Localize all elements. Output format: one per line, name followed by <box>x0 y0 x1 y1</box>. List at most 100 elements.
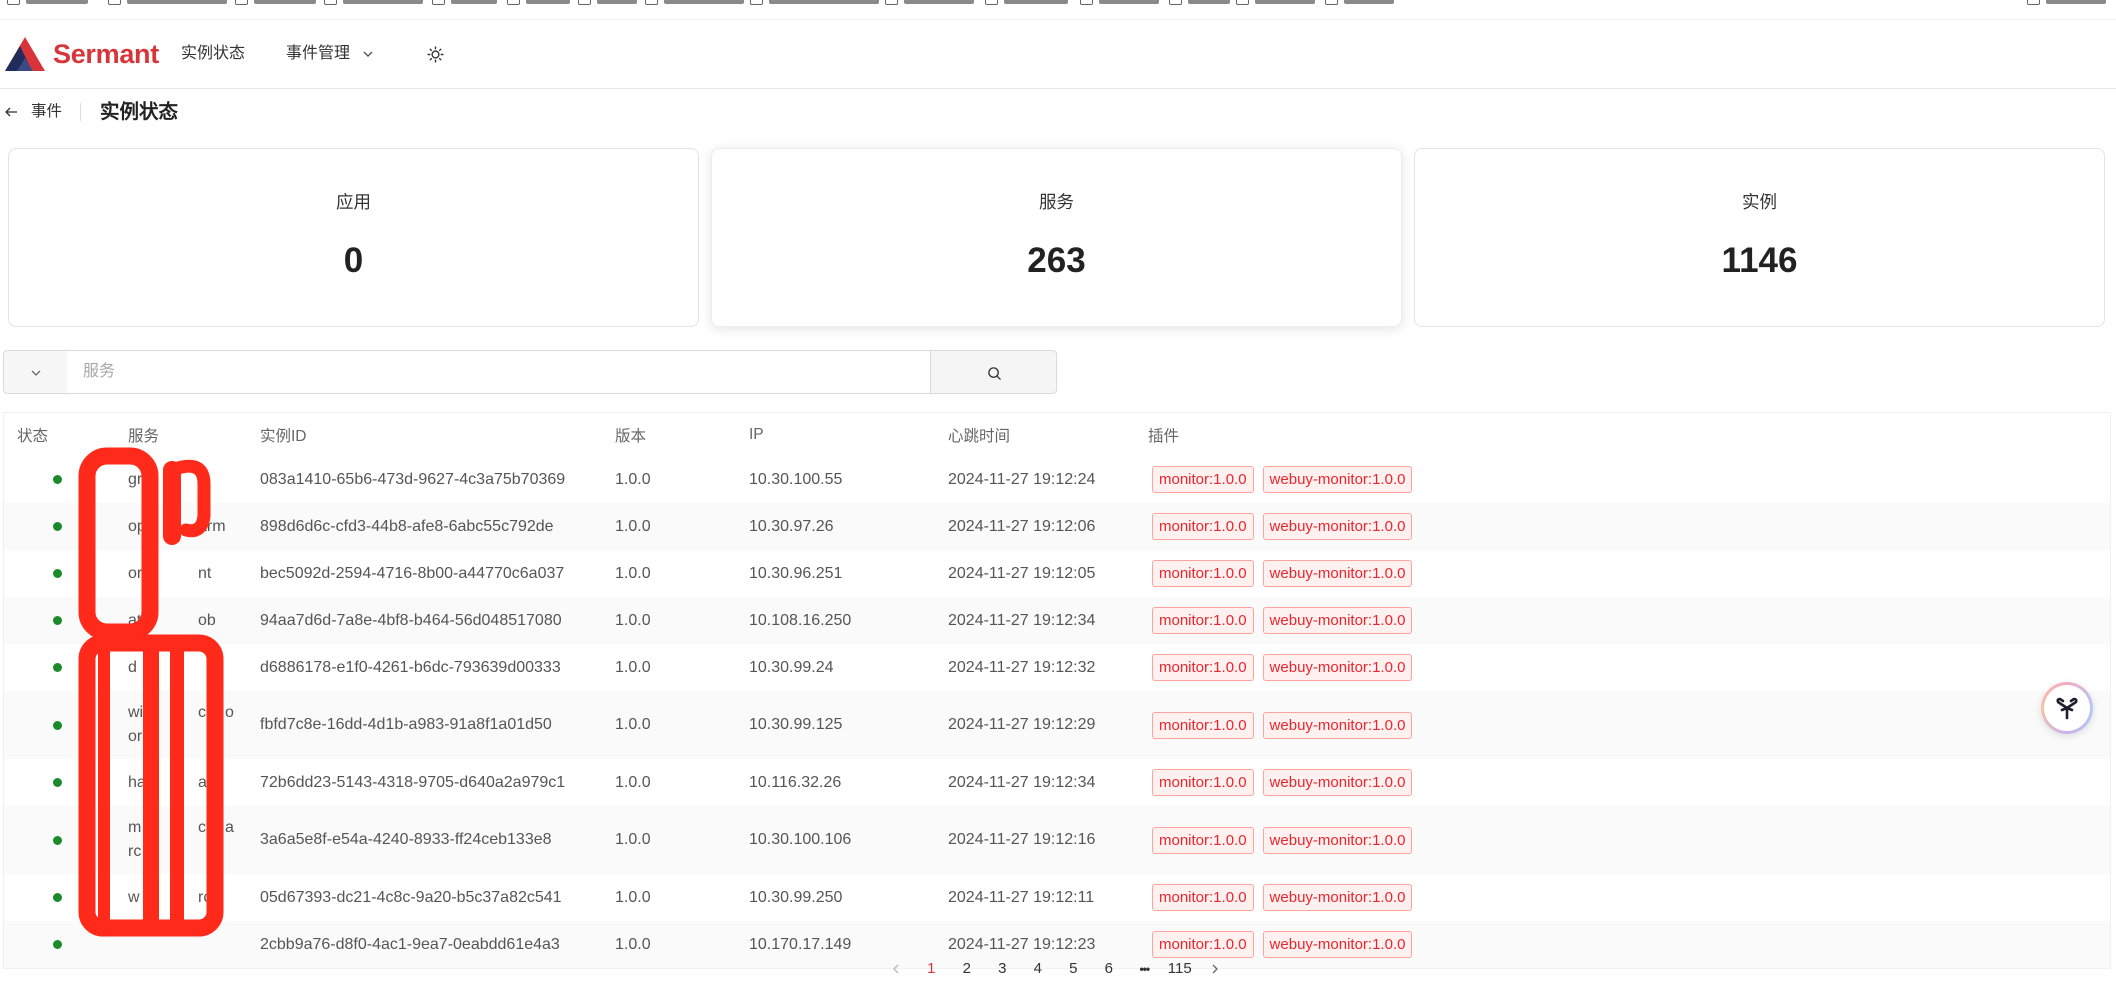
chevron-left-icon[interactable] <box>878 957 914 981</box>
ip-cell: 10.30.99.24 <box>749 658 834 676</box>
ip-cell: 10.108.16.250 <box>749 611 852 629</box>
assistant-floating-button[interactable] <box>2041 682 2093 734</box>
ip-cell: 10.30.100.55 <box>749 470 843 488</box>
sun-icon[interactable] <box>427 46 444 63</box>
plugins-cell: monitor:1.0.0 webuy-monitor:1.0.0 <box>1148 466 2110 493</box>
ip-cell: 10.116.32.26 <box>749 773 842 791</box>
instance-table: 状态 服务 实例ID 版本 IP 心跳时间 插件 gr 083a1410-65b… <box>3 412 2111 969</box>
folder-icon <box>507 0 520 5</box>
status-online-icon <box>53 893 62 902</box>
status-cell <box>17 778 128 787</box>
heartbeat-cell: 2024-11-27 19:12:23 <box>948 935 1096 953</box>
service-cell: or nt <box>128 562 260 586</box>
version-cell: 1.0.0 <box>615 611 651 629</box>
stat-value: 0 <box>343 241 364 280</box>
search-input[interactable] <box>67 350 931 394</box>
service-name-line: wi ch o <box>128 701 256 725</box>
column-header-ip: IP <box>749 425 764 443</box>
folder-icon <box>578 0 591 5</box>
instance-id-cell: 72b6dd23-5143-4318-9705-d640a2a979c1 <box>260 773 566 791</box>
service-cell: w rch <box>128 886 260 910</box>
page-3[interactable]: 3 <box>985 957 1021 981</box>
column-header-heartbeat: 心跳时间 <box>948 427 1011 445</box>
page-2[interactable]: 2 <box>949 957 985 981</box>
table-row: at ob 94aa7d6d-7a8e-4bf8-b464-56d04851708… <box>4 597 2110 644</box>
more-pages-ellipsis[interactable]: ••• <box>1127 957 1163 981</box>
plugin-tag: webuy-monitor:1.0.0 <box>1262 884 1413 911</box>
service-name-line: ha ar <box>128 771 256 795</box>
plugins-cell: monitor:1.0.0 webuy-monitor:1.0.0 <box>1148 826 2110 854</box>
stat-card-services[interactable]: 服务 263 <box>711 148 1402 327</box>
ip-cell: 10.30.100.106 <box>749 831 852 848</box>
ip-cell: 10.30.97.26 <box>749 517 834 535</box>
plugin-tag: webuy-monitor:1.0.0 <box>1262 931 1413 958</box>
page-title: 实例状态 <box>100 101 179 123</box>
nav-instance-status[interactable]: 实例状态 <box>181 42 245 66</box>
plugins-cell: monitor:1.0.0 webuy-monitor:1.0.0 <box>1148 769 2110 796</box>
service-name-fragment: at <box>128 611 142 629</box>
arrow-left-icon[interactable] <box>4 105 18 119</box>
instance-id-cell: fbfd7c8e-16dd-4d1b-a983-91a8f1a01d50 <box>260 716 552 733</box>
instance-id-cell: 083a1410-65b6-473d-9627-4c3a75b70369 <box>260 470 566 488</box>
plugin-tag: monitor:1.0.0 <box>1152 513 1254 540</box>
stat-label: 服务 <box>1039 192 1074 212</box>
table-body: gr 083a1410-65b6-473d-9627-4c3a75b70369 … <box>4 456 2110 968</box>
service-name-fragment: arm <box>198 517 226 535</box>
search-button[interactable] <box>930 350 1057 394</box>
service-name-fragment: ar <box>198 773 213 791</box>
plugins-cell: monitor:1.0.0 webuy-monitor:1.0.0 <box>1148 931 2110 958</box>
chevron-right-icon[interactable] <box>1198 957 1234 981</box>
service-name-fragment: m <box>128 819 142 836</box>
service-name-line: m ct a <box>128 816 256 840</box>
service-cell: at ob <box>128 609 260 633</box>
nav-event-management[interactable]: 事件管理 <box>286 42 350 66</box>
heartbeat-cell: 2024-11-27 19:12:16 <box>948 831 1096 848</box>
service-cell: d <box>128 656 260 680</box>
column-header-service: 服务 <box>128 427 160 445</box>
status-online-icon <box>53 475 62 484</box>
stat-card-applications[interactable]: 应用 0 <box>8 148 699 327</box>
page-6[interactable]: 6 <box>1091 957 1127 981</box>
table-row: or nt bec5092d-2594-4716-8b00-a44770c6a03… <box>4 550 2110 597</box>
sermant-logo-icon[interactable] <box>3 36 47 72</box>
page-4[interactable]: 4 <box>1020 957 1056 981</box>
service-name-line: d <box>128 656 256 680</box>
service-name-line: gr <box>128 468 256 492</box>
plugin-tag: webuy-monitor:1.0.0 <box>1262 654 1413 681</box>
plugin-tag: monitor:1.0.0 <box>1152 711 1254 739</box>
logo-text[interactable]: Sermant <box>53 36 159 72</box>
status-cell <box>17 940 128 949</box>
service-name-line: rc <box>128 840 256 864</box>
service-cell: ha ar <box>128 771 260 795</box>
folder-icon <box>1236 0 1249 5</box>
heartbeat-cell: 2024-11-27 19:12:34 <box>948 611 1096 629</box>
heartbeat-cell: 2024-11-27 19:12:32 <box>948 658 1096 676</box>
search-type-select[interactable] <box>3 350 68 394</box>
stat-card-instances[interactable]: 实例 1146 <box>1414 148 2105 327</box>
chevron-down-icon[interactable] <box>362 48 374 60</box>
version-cell: 1.0.0 <box>615 564 651 582</box>
service-name-fragment: rch <box>198 888 221 906</box>
stat-value: 1146 <box>1721 241 1798 280</box>
breadcrumb-back-link[interactable]: 事件 <box>31 100 62 124</box>
instance-id-cell: bec5092d-2594-4716-8b00-a44770c6a037 <box>260 564 565 582</box>
page-last[interactable]: 115 <box>1162 957 1198 981</box>
status-cell <box>17 475 128 484</box>
instance-id-cell: 898d6d6c-cfd3-44b8-afe8-6abc55c792de <box>260 517 554 535</box>
table-row: w rch 05d67393-dc21-4c8c-9a20-b5c37a82c54… <box>4 874 2110 921</box>
table-row: op arm 898d6d6c-cfd3-44b8-afe8-6abc55c792… <box>4 503 2110 550</box>
column-header-instance-id: 实例ID <box>260 427 307 445</box>
instance-id-cell: 94aa7d6d-7a8e-4bf8-b464-56d048517080 <box>260 611 562 629</box>
page-1[interactable]: 1 <box>914 957 950 981</box>
heartbeat-cell: 2024-11-27 19:12:34 <box>948 773 1096 791</box>
heartbeat-cell: 2024-11-27 19:12:29 <box>948 716 1096 733</box>
service-name-fragment: ob <box>198 611 216 629</box>
status-online-icon <box>53 616 62 625</box>
service-name-fragment: op <box>128 517 146 535</box>
column-header-status: 状态 <box>17 427 49 445</box>
heartbeat-cell: 2024-11-27 19:12:05 <box>948 564 1096 582</box>
version-cell: 1.0.0 <box>615 517 651 535</box>
page-5[interactable]: 5 <box>1056 957 1092 981</box>
plugin-tag: webuy-monitor:1.0.0 <box>1262 513 1413 540</box>
folder-icon <box>885 0 898 5</box>
